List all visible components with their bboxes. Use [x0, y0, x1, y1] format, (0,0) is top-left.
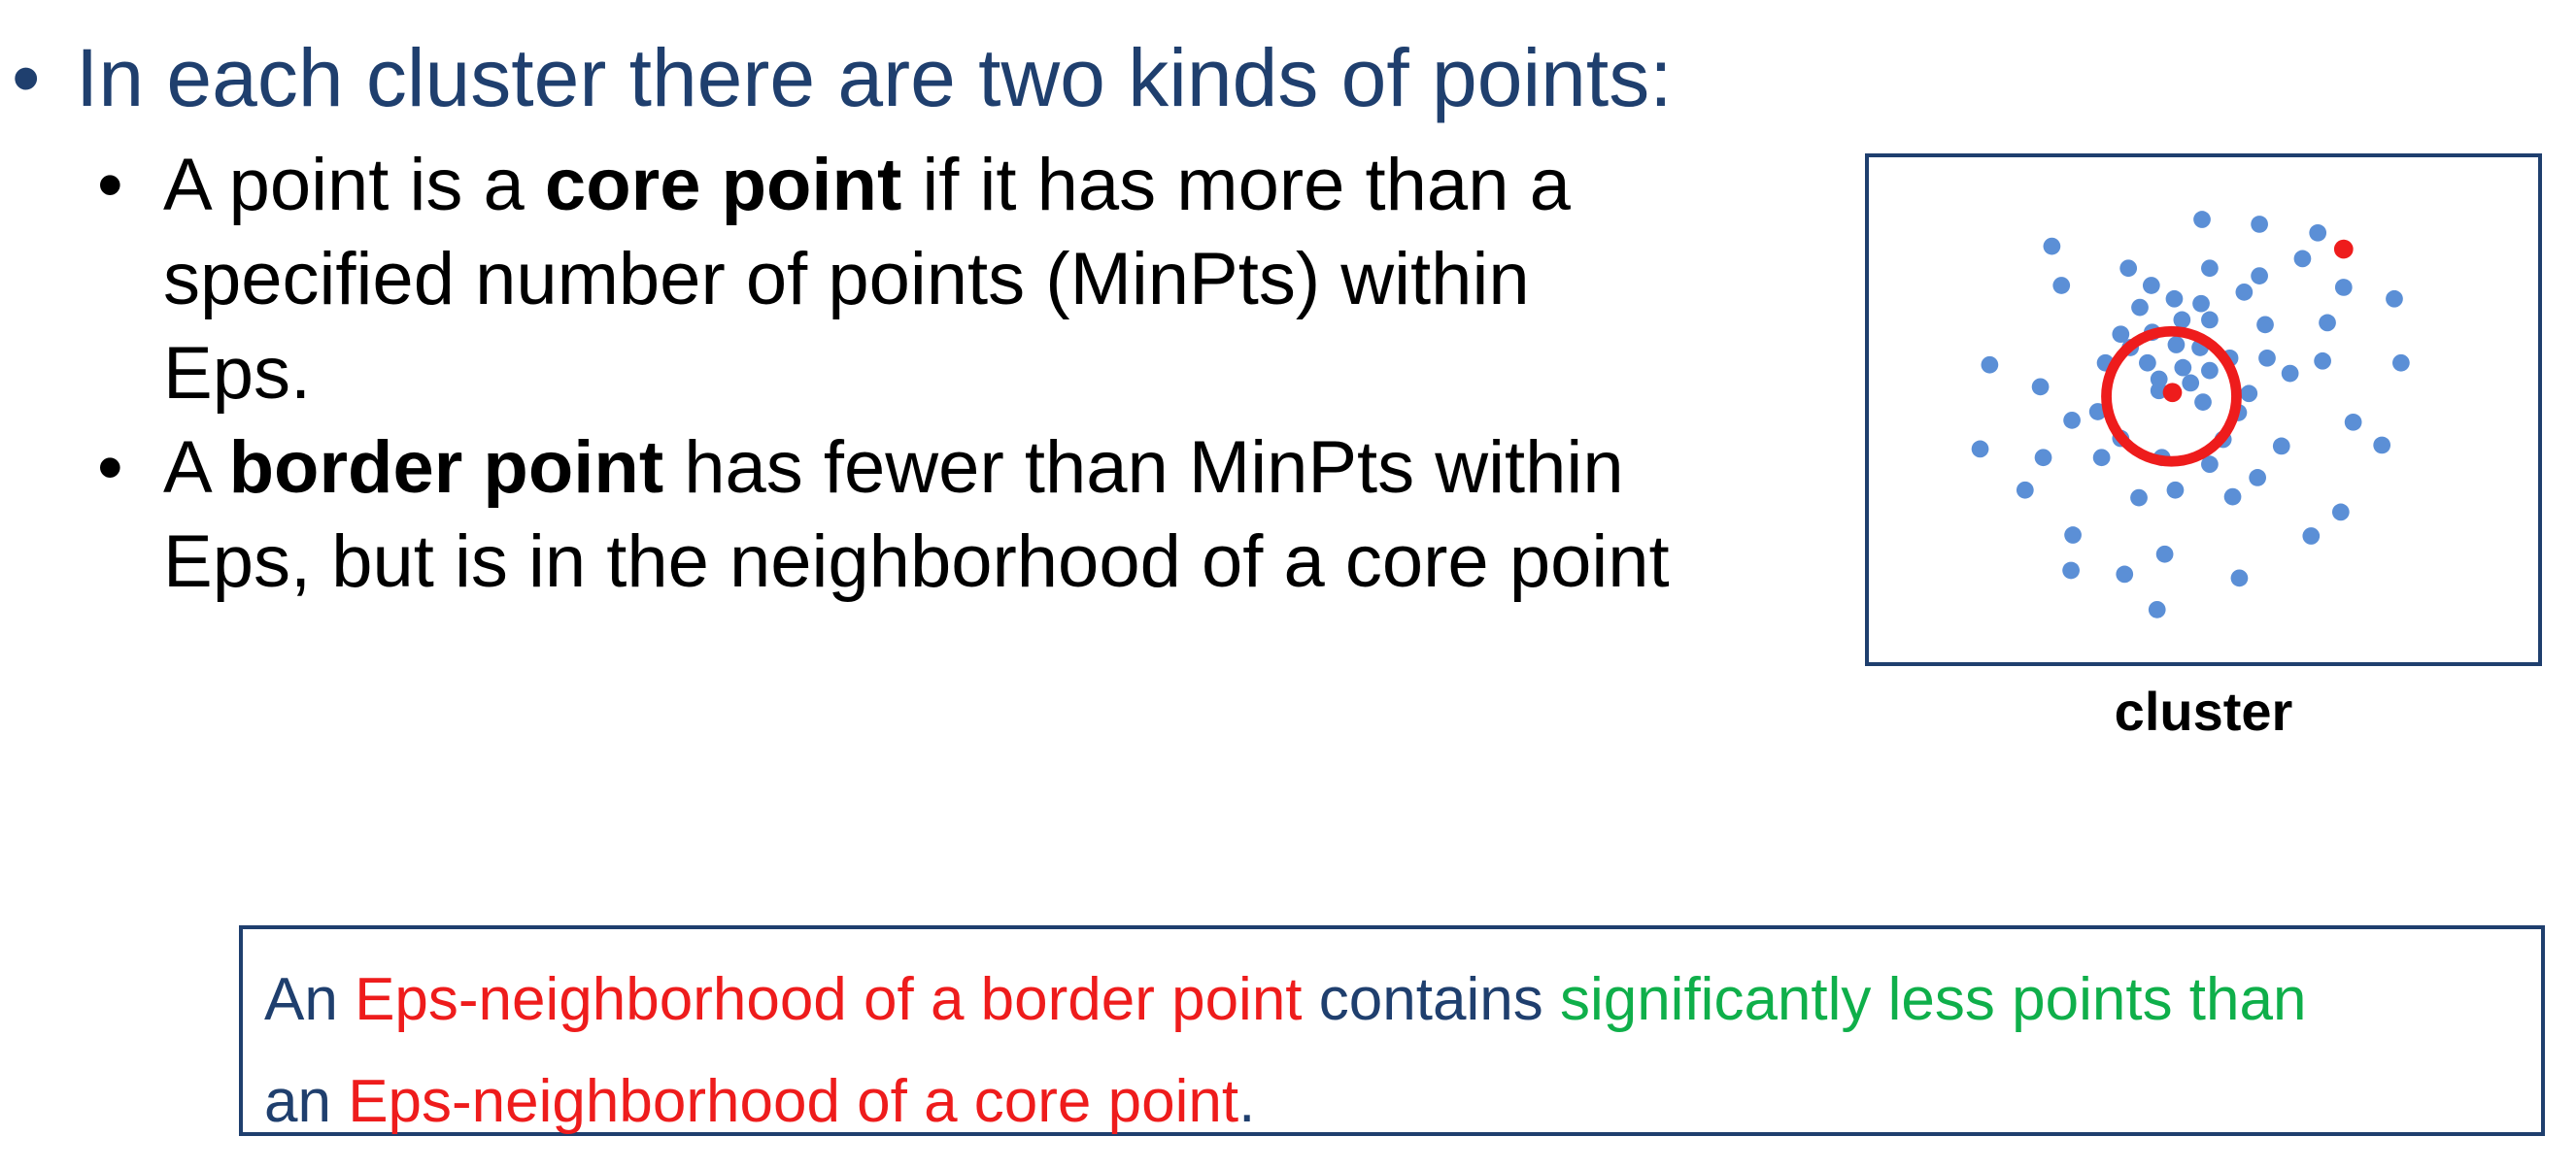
definition-line-1: An Eps-neighborhood of a border point co…	[264, 949, 2522, 1051]
cluster-point	[2240, 384, 2258, 403]
cluster-point	[2131, 298, 2149, 317]
main-bullet: • In each cluster there are two kinds of …	[12, 29, 1838, 126]
cluster-point	[2150, 370, 2168, 388]
border-line-2: Eps, but is in the neighborhood of a cor…	[163, 520, 1670, 603]
cluster-diagram	[1865, 153, 2542, 666]
slide: • In each cluster there are two kinds of …	[0, 0, 2576, 1170]
cluster-point	[2063, 411, 2081, 429]
cluster-point	[2139, 353, 2156, 372]
cluster-point	[2201, 361, 2219, 380]
cluster-point	[2064, 526, 2082, 544]
bullet-marker: •	[12, 32, 41, 123]
def-period: .	[1238, 1068, 1256, 1135]
cluster-point	[2392, 353, 2410, 372]
cluster-point	[2182, 374, 2200, 392]
cluster-point	[2165, 289, 2184, 308]
cluster-point	[2031, 378, 2050, 396]
cluster-point	[2052, 277, 2071, 294]
cluster-point	[2373, 436, 2391, 454]
border-line-1: A border point has fewer than MinPts wit…	[163, 420, 1846, 515]
cluster-point	[2174, 358, 2192, 377]
cluster-point	[2194, 393, 2212, 411]
border-prefix: A	[163, 426, 229, 509]
definition-box: An Eps-neighborhood of a border point co…	[239, 925, 2545, 1136]
cluster-point	[2230, 569, 2249, 587]
cluster-point	[2249, 469, 2267, 486]
cluster-point	[2344, 413, 2362, 431]
cluster-point	[2309, 223, 2327, 242]
core-line-2: specified number of points (MinPts) with…	[163, 238, 1530, 320]
cluster-point	[2192, 294, 2210, 313]
cluster-point	[2258, 349, 2276, 367]
cluster-point	[2142, 277, 2160, 294]
cluster-point	[2251, 267, 2268, 284]
cluster-point	[2130, 488, 2148, 507]
cluster-point	[2167, 336, 2186, 353]
cluster-point	[2148, 600, 2166, 618]
cluster-point	[2016, 481, 2034, 499]
def-significantly-less: significantly less points than	[1559, 966, 2307, 1033]
cluster-point	[2155, 545, 2174, 563]
cluster-point	[2256, 316, 2274, 334]
core-line-3: Eps.	[163, 332, 312, 415]
cluster-point	[2193, 211, 2211, 228]
cluster-point	[2331, 503, 2350, 521]
cluster-point	[2319, 314, 2336, 332]
cluster-point	[2314, 351, 2331, 370]
cluster-point	[1981, 355, 1999, 374]
bullet-marker: •	[97, 144, 123, 226]
cluster-point	[1971, 440, 1989, 458]
cluster-point	[2119, 259, 2138, 278]
cluster-point	[2092, 449, 2111, 467]
core-point-term: core point	[544, 144, 902, 226]
core-suffix: if it has more than a	[901, 144, 1571, 226]
cluster-point	[2166, 481, 2185, 499]
cluster-point	[2386, 289, 2403, 308]
cluster-point	[2201, 259, 2219, 278]
def-an: An	[264, 966, 356, 1033]
cluster-point	[2223, 487, 2242, 506]
border-point-term: border point	[228, 426, 664, 509]
cluster-point	[2334, 279, 2353, 296]
sub-bullet-core-point: • A point is a core point if it has more…	[97, 138, 1846, 420]
cluster-point	[2251, 216, 2268, 233]
cluster-point	[2062, 561, 2080, 580]
def-border-neighborhood: Eps-neighborhood of a border point	[355, 966, 1303, 1033]
cluster-point	[2201, 311, 2219, 329]
definition-line-2: an Eps-neighborhood of a core point.	[264, 1051, 2522, 1153]
cluster-point	[2235, 284, 2254, 301]
border-suffix: has fewer than MinPts within	[663, 426, 1624, 509]
core-line-1: A point is a core point if it has more t…	[163, 138, 1846, 232]
def-contains: contains	[1302, 966, 1560, 1033]
cluster-point	[2173, 311, 2191, 329]
cluster-point	[2293, 250, 2312, 268]
sub-bullet-list: • A point is a core point if it has more…	[97, 138, 1846, 609]
def-core-neighborhood: Eps-neighborhood of a core point	[348, 1068, 1239, 1135]
main-bullet-text: In each cluster there are two kinds of p…	[76, 32, 1673, 123]
core-prefix: A point is a	[163, 144, 545, 226]
cluster-point	[2034, 449, 2052, 467]
core-point-marker	[2162, 383, 2183, 403]
cluster-point	[2272, 437, 2290, 455]
sub-bullet-border-point: • A border point has fewer than MinPts w…	[97, 420, 1846, 609]
border-point-marker	[2333, 239, 2354, 259]
cluster-scatter	[1971, 211, 2410, 618]
cluster-point	[2281, 364, 2299, 383]
def-an-2: an	[264, 1068, 349, 1135]
cluster-point	[2302, 527, 2321, 545]
cluster-point	[2116, 565, 2134, 584]
cluster-caption: cluster	[2114, 681, 2293, 742]
bullet-marker: •	[97, 426, 123, 509]
cluster-point	[2043, 237, 2061, 255]
